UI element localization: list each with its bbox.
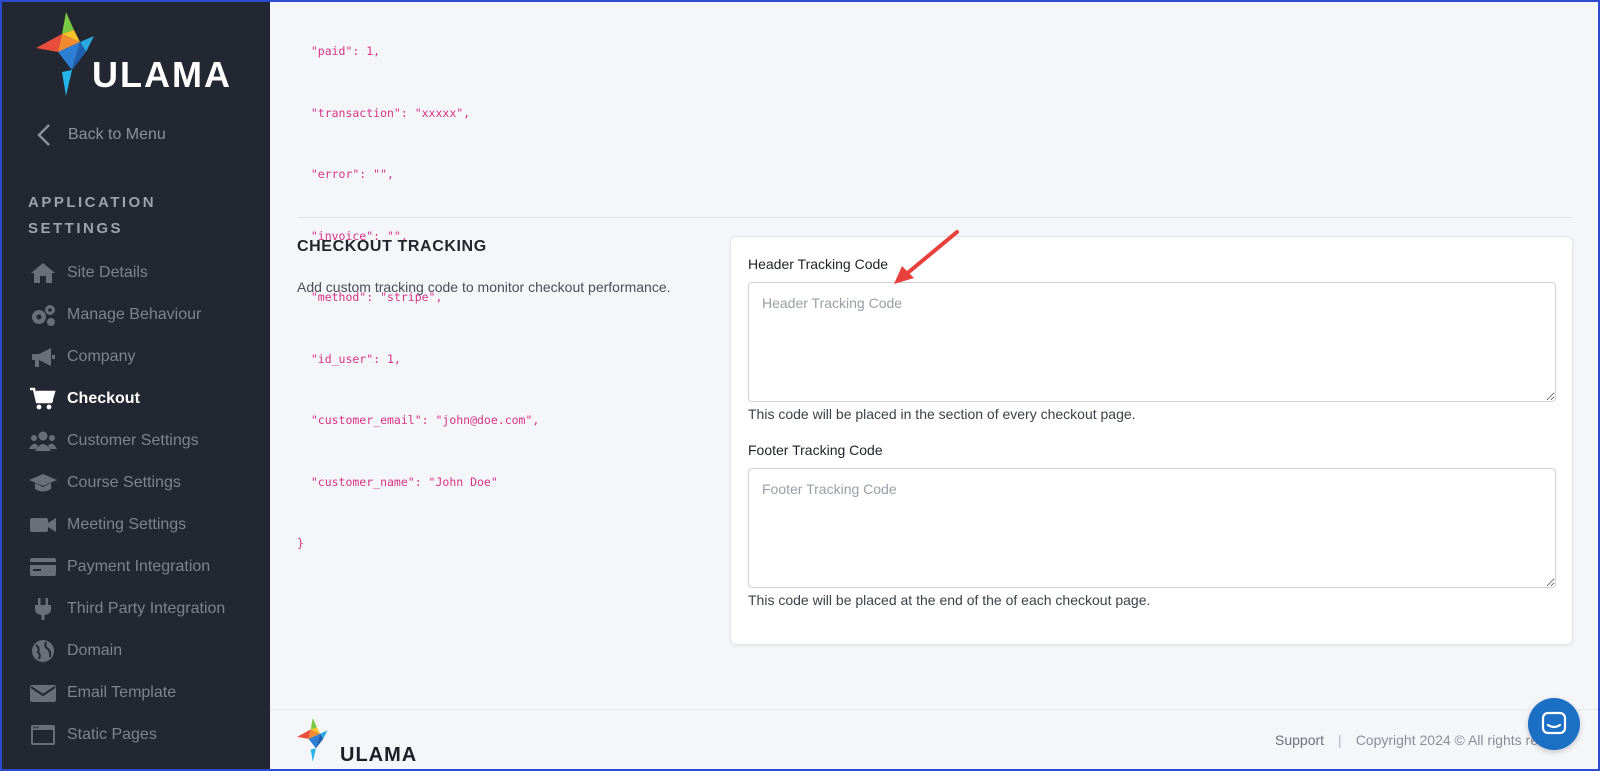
users-icon xyxy=(28,428,58,454)
sidebar-item-manage-behaviour[interactable]: Manage Behaviour xyxy=(28,294,225,336)
brand-logo[interactable]: ULAMA xyxy=(36,12,246,100)
footer-tracking-help: This code will be placed at the end of t… xyxy=(748,592,1151,608)
chevron-left-icon xyxy=(37,124,50,146)
header-tracking-help: This code will be placed in the section … xyxy=(748,406,1136,422)
footer-brand-wordmark: ULAMA xyxy=(340,744,418,766)
sidebar-item-label: Manage Behaviour xyxy=(67,306,202,323)
chat-launcher-button[interactable] xyxy=(1528,698,1580,750)
cart-icon xyxy=(28,386,58,412)
sidebar-item-label: Company xyxy=(67,348,136,365)
header-tracking-label: Header Tracking Code xyxy=(748,256,889,272)
sidebar-item-static-pages[interactable]: Static Pages xyxy=(28,714,225,756)
sidebar-item-meeting-settings[interactable]: Meeting Settings xyxy=(28,504,225,546)
copyright-text: Copyright 2024 © All rights re xyxy=(1355,732,1538,748)
credit-card-icon xyxy=(28,554,58,580)
webhook-payload-sample: "paid": 1, "transaction": "xxxxx", "erro… xyxy=(297,0,539,595)
code-line: "customer_name": "John Doe" xyxy=(297,474,498,489)
checkout-tracking-description: Add custom tracking code to monitor chec… xyxy=(297,279,671,295)
envelope-icon xyxy=(28,680,58,706)
sidebar-item-course-settings[interactable]: Course Settings xyxy=(28,462,225,504)
back-to-menu-label: Back to Menu xyxy=(68,126,166,143)
chat-icon xyxy=(1541,711,1567,735)
main-content: "paid": 1, "transaction": "xxxxx", "erro… xyxy=(270,0,1600,771)
sidebar-item-site-details[interactable]: Site Details xyxy=(28,252,225,294)
sidebar-item-label: Checkout xyxy=(67,390,140,407)
globe-icon xyxy=(28,638,58,664)
annotation-arrow-icon xyxy=(894,230,959,284)
code-line: } xyxy=(297,536,304,550)
footer-links: Support | Copyright 2024 © All rights re xyxy=(1275,732,1538,748)
footer-tracking-label: Footer Tracking Code xyxy=(748,442,883,458)
sidebar-item-label: Third Party Integration xyxy=(67,600,226,617)
code-line: "transaction": "xxxxx", xyxy=(297,105,471,120)
sidebar-item-label: Domain xyxy=(67,642,123,659)
code-line: "paid": 1, xyxy=(297,44,381,58)
brand-wordmark: ULAMA xyxy=(92,54,232,95)
megaphone-icon xyxy=(28,344,58,370)
sidebar-item-domain[interactable]: Domain xyxy=(28,630,225,672)
sidebar-item-company[interactable]: Company xyxy=(28,336,225,378)
gears-icon xyxy=(28,302,58,328)
code-line: "customer_email": "john@doe.com", xyxy=(297,413,540,427)
sidebar-item-label: Meeting Settings xyxy=(67,516,187,533)
graduation-cap-icon xyxy=(28,470,58,496)
sidebar-item-customer-settings[interactable]: Customer Settings xyxy=(28,420,225,462)
footer-separator: | xyxy=(1338,732,1342,748)
plug-icon xyxy=(28,596,58,622)
tracking-code-card: Header Tracking Code This code will be p… xyxy=(730,236,1573,645)
section-divider xyxy=(297,217,1572,218)
header-tracking-code-textarea[interactable] xyxy=(748,282,1556,402)
footer-brand-logo[interactable]: ULAMA xyxy=(296,718,416,766)
sidebar-item-label: Site Details xyxy=(67,264,148,281)
checkout-tracking-title: CHECKOUT TRACKING xyxy=(297,238,487,255)
footer-tracking-code-textarea[interactable] xyxy=(748,468,1556,588)
page-footer: ULAMA Support | Copyright 2024 © All rig… xyxy=(270,709,1600,771)
video-camera-icon xyxy=(28,512,58,538)
back-to-menu-link[interactable]: Back to Menu xyxy=(34,122,166,148)
sidebar-item-checkout[interactable]: Checkout xyxy=(28,378,225,420)
footer-bird-logo-icon xyxy=(297,718,328,762)
sidebar-item-payment-integration[interactable]: Payment Integration xyxy=(28,546,225,588)
code-line: "error": "", xyxy=(297,167,394,181)
sidebar-item-label: Email Template xyxy=(67,684,177,701)
sidebar: ULAMA Back to Menu APPLICATION SETTINGS … xyxy=(0,0,270,771)
sidebar-item-label: Payment Integration xyxy=(67,558,211,575)
settings-nav: Site Details Manage Behaviour Company Ch… xyxy=(28,252,225,756)
sidebar-item-label: Static Pages xyxy=(67,726,157,743)
home-icon xyxy=(28,260,58,286)
window-icon xyxy=(28,722,58,748)
support-link[interactable]: Support xyxy=(1275,732,1324,748)
sidebar-item-email-template[interactable]: Email Template xyxy=(28,672,225,714)
sidebar-item-label: Course Settings xyxy=(67,474,181,491)
application-settings-heading: APPLICATION SETTINGS xyxy=(28,194,157,237)
code-line: "id_user": 1, xyxy=(297,351,401,366)
sidebar-item-third-party-integration[interactable]: Third Party Integration xyxy=(28,588,225,630)
sidebar-item-label: Customer Settings xyxy=(67,432,199,449)
